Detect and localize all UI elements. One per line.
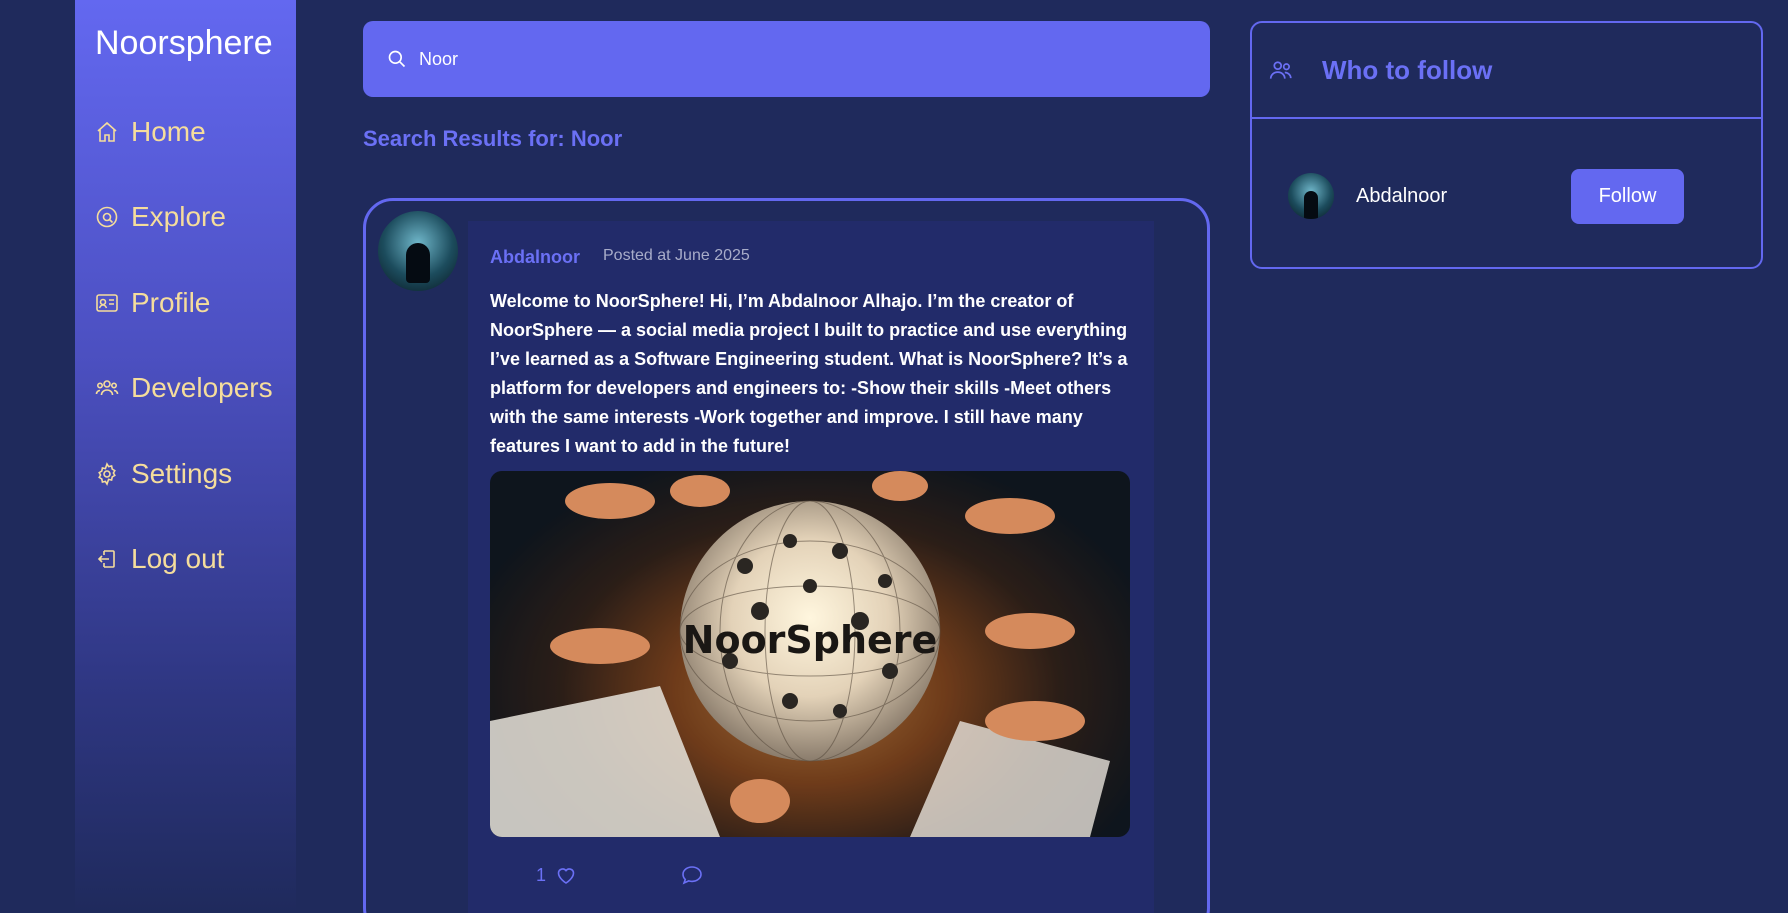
search-icon [388,50,406,68]
brand-logo[interactable]: Noorsphere [95,24,273,63]
nav-item-label: Explore [131,201,226,232]
nav-item-logout[interactable]: Log out [95,543,224,575]
search-input[interactable]: Noor [419,49,458,70]
nav-item-profile[interactable]: Profile [95,287,210,319]
sidebar: Noorsphere Home Explore Profile Develope… [75,0,296,913]
nav-item-developers[interactable]: Developers [95,372,273,404]
post-card: Abdalnoor Posted at June 2025 Welcome to… [363,198,1210,913]
nav-item-label: Profile [131,287,211,318]
home-icon [97,121,117,142]
follow-header: Who to follow [1252,23,1761,119]
gear-icon [98,462,116,486]
comment-button[interactable] [680,863,704,892]
users-icon [1269,61,1292,79]
users-icon [95,380,119,396]
search-bar[interactable]: Noor [363,21,1210,97]
post-content: Abdalnoor Posted at June 2025 Welcome to… [468,221,1154,913]
follow-suggestion: Abdalnoor Follow [1288,169,1758,225]
image-text: NoorSphere [683,618,938,662]
search-results-heading: Search Results for: Noor [363,126,623,151]
nav-item-explore[interactable]: Explore [95,201,226,233]
comment-icon [682,866,702,885]
heart-icon [557,868,575,884]
logout-icon [97,550,115,568]
nav-item-label: Settings [131,458,233,489]
nav-item-label: Log out [131,543,225,574]
nav-item-home[interactable]: Home [95,116,206,148]
explore-icon [96,206,118,228]
nav-item-label: Developers [131,372,273,403]
follow-button[interactable]: Follow [1571,169,1684,224]
post-image[interactable]: NoorSphere [490,471,1130,837]
avatar[interactable] [1288,173,1334,219]
avatar[interactable] [378,211,458,291]
nav-item-settings[interactable]: Settings [95,458,232,490]
who-to-follow-panel: Who to follow Abdalnoor Follow [1250,21,1763,269]
follow-user-name[interactable]: Abdalnoor [1356,185,1447,208]
like-count: 1 [536,864,547,885]
post-author[interactable]: Abdalnoor [490,247,580,268]
post-timestamp: Posted at June 2025 [603,247,750,264]
follow-title: Who to follow [1322,54,1493,85]
post-body: Welcome to NoorSphere! Hi, I’m Abdalnoor… [490,291,1128,456]
nav-item-label: Home [131,116,206,147]
like-button[interactable]: 1 [536,863,578,887]
id-card-icon [96,294,118,312]
